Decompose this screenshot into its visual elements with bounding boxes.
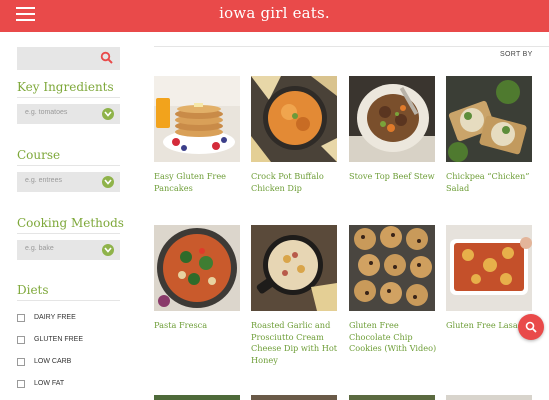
cooking-methods-placeholder: e.g. bake (25, 245, 54, 252)
checkbox[interactable] (17, 380, 25, 388)
cooking-methods-heading: Cooking Methods (17, 216, 124, 230)
recipe-title[interactable]: Chickpea “Chicken” Salad (446, 171, 538, 194)
chevron-down-icon (102, 244, 114, 256)
recipe-image-garlic-dip[interactable] (251, 225, 337, 311)
recipe-image[interactable] (154, 395, 240, 400)
recipe-image[interactable] (446, 395, 532, 400)
recipe-image-cookies[interactable] (349, 225, 435, 311)
divider (17, 97, 120, 98)
key-ingredients-placeholder: e.g. tomatoes (25, 109, 68, 116)
recipe-image[interactable] (251, 395, 337, 400)
diet-option-label: DAIRY FREE (34, 314, 76, 321)
sort-by-dropdown[interactable]: SORT BY (500, 51, 533, 58)
site-logo[interactable]: iowa girl eats. (0, 4, 549, 22)
diets-heading: Diets (17, 283, 49, 297)
course-placeholder: e.g. entrees (25, 177, 62, 184)
key-ingredients-heading: Key Ingredients (17, 80, 114, 94)
diet-option-label: LOW CARB (34, 358, 72, 365)
recipe-title[interactable]: Gluten Free Chocolate Chip Cookies (With… (349, 320, 441, 355)
recipe-image-beef-stew[interactable] (349, 76, 435, 162)
divider (17, 233, 120, 234)
checkbox[interactable] (17, 358, 25, 366)
floating-search-button[interactable] (518, 314, 544, 340)
divider (17, 165, 120, 166)
checkbox[interactable] (17, 314, 25, 322)
recipe-title[interactable]: Stove Top Beef Stew (349, 171, 441, 183)
diet-option-label: GLUTEN FREE (34, 336, 84, 343)
key-ingredients-select[interactable]: e.g. tomatoes (17, 104, 120, 124)
recipe-image-lasagna[interactable] (446, 225, 532, 311)
checkbox[interactable] (17, 336, 25, 344)
recipe-image-chickpea-salad[interactable] (446, 76, 532, 162)
recipe-image[interactable] (349, 395, 435, 400)
search-icon[interactable] (100, 51, 114, 65)
course-heading: Course (17, 148, 61, 162)
recipe-title[interactable]: Easy Gluten Free Pancakes (154, 171, 246, 194)
recipe-image-pancakes[interactable] (154, 76, 240, 162)
search-input[interactable] (17, 47, 120, 70)
recipe-title[interactable]: Roasted Garlic and Prosciutto Cream Chee… (251, 320, 343, 366)
recipe-image-pasta-fresca[interactable] (154, 225, 240, 311)
chevron-down-icon (102, 108, 114, 120)
divider (17, 300, 120, 301)
recipe-title[interactable]: Pasta Fresca (154, 320, 246, 332)
site-header: iowa girl eats. (0, 0, 549, 32)
recipe-image-buffalo-dip[interactable] (251, 76, 337, 162)
search-icon (525, 321, 537, 333)
divider (154, 46, 549, 47)
diet-option-label: LOW FAT (34, 380, 65, 387)
recipe-title[interactable]: Crock Pot Buffalo Chicken Dip (251, 171, 343, 194)
cooking-methods-select[interactable]: e.g. bake (17, 240, 120, 260)
chevron-down-icon (102, 176, 114, 188)
course-select[interactable]: e.g. entrees (17, 172, 120, 192)
